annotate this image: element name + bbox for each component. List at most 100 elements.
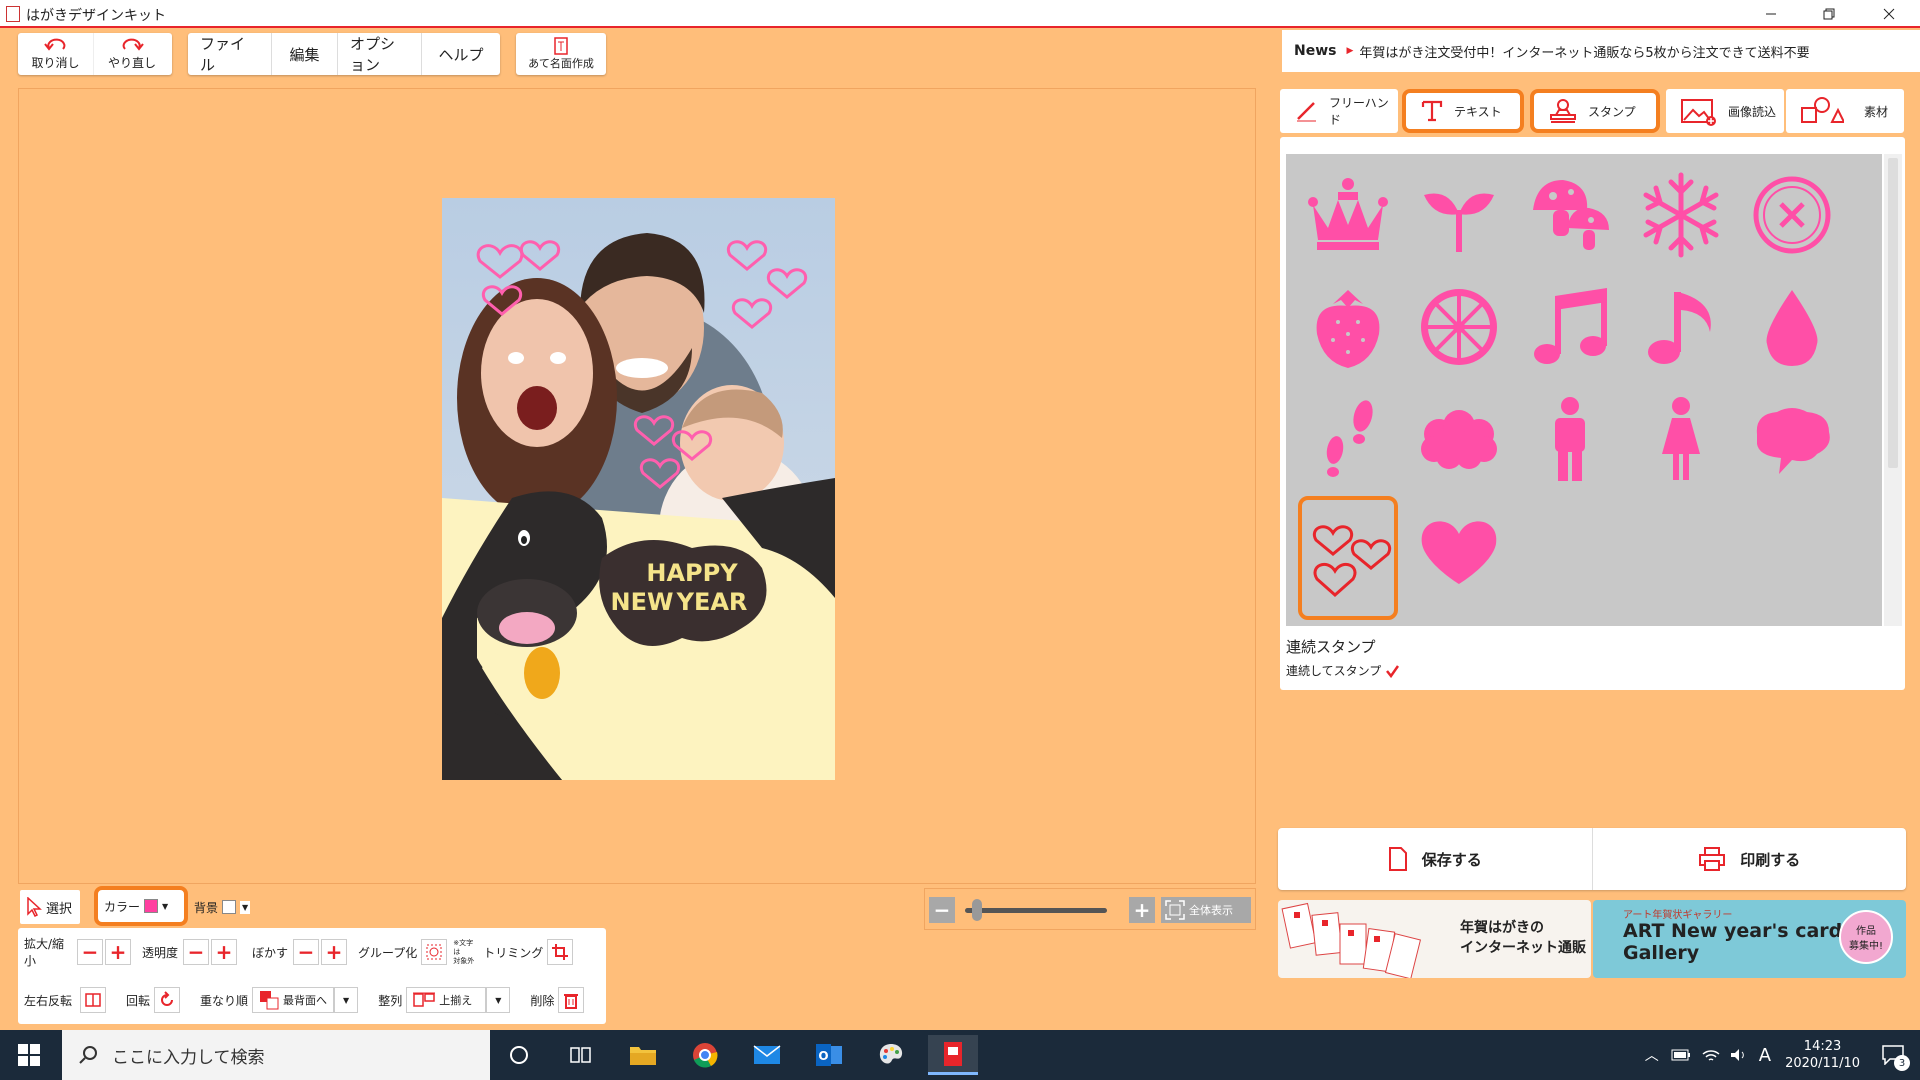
- stamp-footprints[interactable]: [1303, 394, 1393, 484]
- close-button[interactable]: [1866, 0, 1912, 28]
- stamp-music-notes[interactable]: [1525, 282, 1615, 372]
- clock[interactable]: 14:23 2020/11/10: [1785, 1038, 1860, 1072]
- undo-button[interactable]: 取り消し: [18, 33, 94, 75]
- stamp-heart[interactable]: [1414, 506, 1504, 596]
- stamp-orange[interactable]: [1414, 282, 1504, 372]
- notification-button[interactable]: 3: [1882, 1045, 1910, 1071]
- menu-file[interactable]: ファイル: [188, 33, 272, 75]
- tab-image-load[interactable]: 画像読込: [1666, 89, 1784, 133]
- group-button[interactable]: [421, 939, 448, 965]
- news-arrow-icon: ▶: [1346, 46, 1354, 56]
- order-select[interactable]: 最背面へ: [252, 987, 335, 1013]
- outlook-icon: O: [816, 1044, 842, 1066]
- stamp-speech-bubble[interactable]: [1747, 394, 1837, 484]
- stamp-scrollbar[interactable]: [1884, 154, 1902, 626]
- news-bar[interactable]: News ▶ 年賀はがき注文受付中！インターネット通販なら5枚から注文できて送料…: [1282, 30, 1920, 72]
- blur-minus-button[interactable]: −: [293, 939, 319, 965]
- tab-text[interactable]: テキスト: [1402, 89, 1524, 133]
- continuous-stamp-option[interactable]: 連続してスタンプ: [1286, 662, 1400, 679]
- opacity-minus-button[interactable]: −: [183, 939, 209, 965]
- trim-label: トリミング: [483, 945, 544, 960]
- save-label: 保存する: [1421, 850, 1482, 869]
- group-note: ※文字は 対象外: [453, 939, 479, 966]
- stamp-cloud[interactable]: [1414, 394, 1504, 484]
- start-button[interactable]: [4, 1035, 54, 1075]
- tab-freehand[interactable]: フリーハンド: [1280, 89, 1398, 133]
- tool-row-2: 左右反転 回転 重なり順 最背面へ ▼ 整列 上揃え ▼ 削除: [24, 985, 590, 1015]
- zoom-out-button[interactable]: −: [929, 897, 955, 923]
- zoom-slider-thumb[interactable]: [971, 899, 982, 921]
- restore-button[interactable]: [1806, 0, 1852, 28]
- show-hidden-icons[interactable]: ︿: [1645, 1045, 1659, 1065]
- greeting-year: YEAR: [676, 588, 748, 616]
- trim-button[interactable]: [547, 939, 574, 965]
- rotate-button[interactable]: [154, 987, 181, 1013]
- stamp-hearts-outline[interactable]: [1298, 496, 1398, 620]
- online-shop-banner[interactable]: 年賀はがきの インターネット通販: [1278, 900, 1591, 978]
- stamp-mushroom[interactable]: [1525, 170, 1615, 260]
- taskbar-chrome[interactable]: [680, 1035, 730, 1075]
- taskbar-outlook[interactable]: O: [804, 1035, 854, 1075]
- scale-minus-button[interactable]: −: [77, 939, 103, 965]
- delete-button[interactable]: [558, 987, 585, 1013]
- order-dropdown-toggle[interactable]: ▼: [334, 987, 359, 1013]
- menu-help[interactable]: ヘルプ: [422, 33, 500, 75]
- stamp-man[interactable]: [1525, 394, 1615, 484]
- zoom-slider[interactable]: [965, 908, 1107, 913]
- blur-plus-button[interactable]: +: [321, 939, 347, 965]
- stamp-music-note[interactable]: [1636, 282, 1726, 372]
- background-swatch: [222, 900, 237, 914]
- scale-label: 拡大/縮小: [24, 937, 65, 968]
- align-select[interactable]: 上揃え: [406, 987, 487, 1013]
- zoom-in-button[interactable]: +: [1129, 897, 1155, 923]
- undo-icon: [43, 38, 65, 51]
- scrollbar-thumb[interactable]: [1888, 158, 1898, 468]
- menu-options[interactable]: オプション: [338, 33, 422, 75]
- stamp-sprout[interactable]: [1414, 170, 1504, 260]
- stamp-button[interactable]: [1747, 170, 1837, 260]
- color-picker[interactable]: カラー ▼: [94, 886, 188, 926]
- printer-icon: [1699, 847, 1726, 871]
- checkmark-icon[interactable]: [1385, 664, 1400, 678]
- align-dropdown-toggle[interactable]: ▼: [486, 987, 511, 1013]
- stamp-crown[interactable]: [1303, 170, 1393, 260]
- stamp-drop[interactable]: [1747, 282, 1837, 372]
- undo-label: 取り消し: [31, 55, 80, 70]
- flip-button[interactable]: [80, 987, 106, 1013]
- wifi-icon[interactable]: [1701, 1047, 1721, 1063]
- postcard-preview[interactable]: HAPPY NEW YEAR: [442, 198, 835, 780]
- opacity-label: 透明度: [142, 945, 179, 960]
- tab-text-label: テキスト: [1454, 104, 1502, 119]
- battery-icon[interactable]: [1671, 1048, 1691, 1062]
- task-view-button[interactable]: [556, 1035, 606, 1075]
- volume-icon[interactable]: [1729, 1047, 1749, 1063]
- background-picker[interactable]: 背景 ▼: [188, 890, 262, 924]
- tab-material[interactable]: 素材: [1786, 89, 1904, 133]
- taskbar-hagaki-kit[interactable]: [928, 1035, 978, 1075]
- taskbar-explorer[interactable]: [618, 1035, 668, 1075]
- art-gallery-banner[interactable]: アート年賀状ギャラリー ART New year's card Gallery …: [1593, 900, 1906, 978]
- stamp-strawberry[interactable]: [1303, 282, 1393, 372]
- opacity-plus-button[interactable]: +: [211, 939, 237, 965]
- menu-edit[interactable]: 編集: [272, 33, 338, 75]
- save-print-bar: 保存する 印刷する: [1278, 828, 1906, 890]
- ime-indicator[interactable]: A: [1759, 1045, 1771, 1066]
- tab-stamp[interactable]: スタンプ: [1530, 89, 1660, 133]
- taskbar-paint[interactable]: [866, 1035, 916, 1075]
- taskbar-search[interactable]: ここに入力して検索: [62, 1030, 490, 1080]
- document-icon: [1388, 847, 1407, 871]
- address-side-button[interactable]: あて名面作成: [516, 33, 606, 75]
- select-tool-button[interactable]: 選択: [20, 890, 80, 924]
- stamp-woman[interactable]: [1636, 394, 1726, 484]
- fit-view-button[interactable]: 全体表示: [1161, 897, 1251, 923]
- taskbar-mail[interactable]: [742, 1035, 792, 1075]
- banner-area: 年賀はがきの インターネット通販 アート年賀状ギャラリー ART New yea…: [1278, 900, 1906, 978]
- print-button[interactable]: 印刷する: [1593, 828, 1907, 890]
- redo-button[interactable]: やり直し: [94, 33, 170, 75]
- stamp-snowflake[interactable]: [1636, 170, 1726, 260]
- minimize-button[interactable]: [1748, 0, 1794, 28]
- cortana-button[interactable]: [494, 1035, 544, 1075]
- title-bar: はがきデザインキット: [0, 0, 1920, 28]
- save-button[interactable]: 保存する: [1278, 828, 1593, 890]
- scale-plus-button[interactable]: +: [105, 939, 131, 965]
